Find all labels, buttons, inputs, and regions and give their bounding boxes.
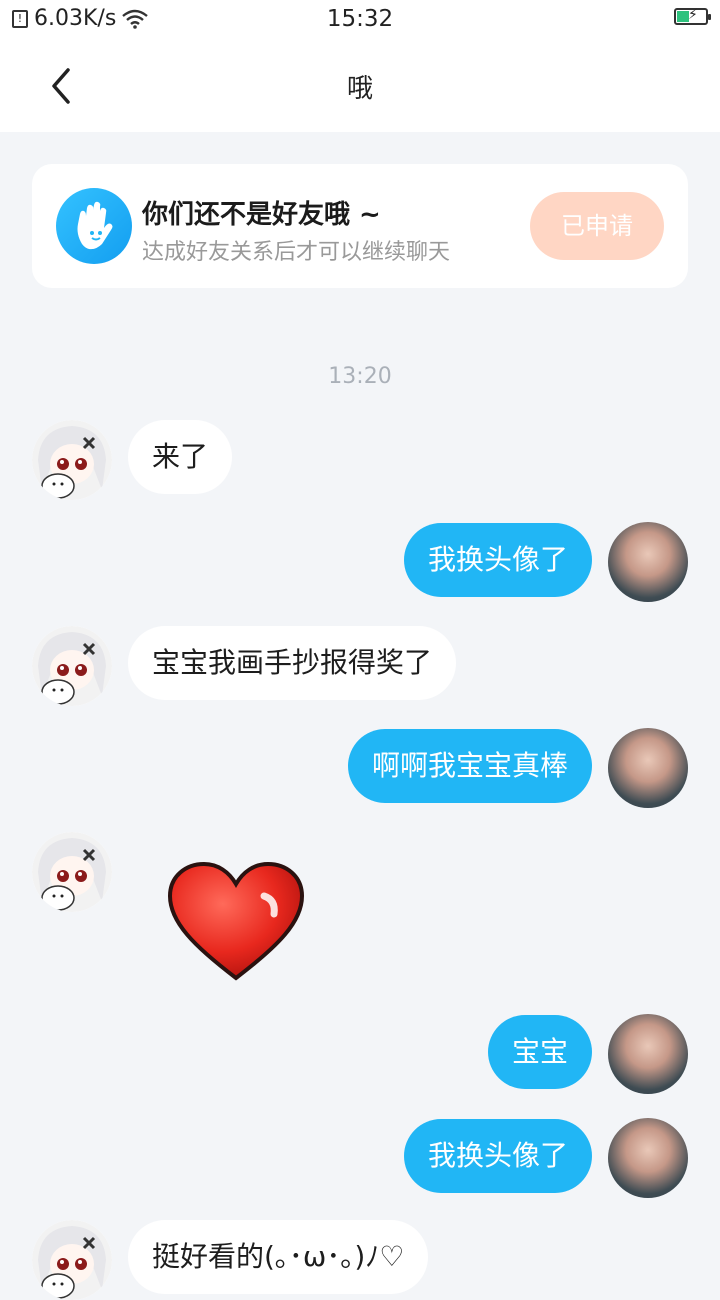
incoming-message[interactable]: 挺好看的(｡･ω･｡)ﾉ♡ xyxy=(128,1220,429,1294)
page-title: 哦 xyxy=(346,74,373,104)
contact-avatar[interactable] xyxy=(32,626,112,706)
status-time: 15:32 xyxy=(326,6,394,32)
contact-avatar[interactable] xyxy=(32,1220,112,1300)
contact-avatar[interactable] xyxy=(32,832,112,912)
incoming-message[interactable]: 来了 xyxy=(128,420,233,494)
outgoing-message[interactable]: 我换头像了 xyxy=(403,1119,592,1193)
friend-notice-card: 你们还不是好友哦 ~ 达成好友关系后才可以继续聊天 已申请 xyxy=(32,164,688,288)
nav-bar: 哦 xyxy=(0,40,720,132)
friend-notice-title: 你们还不是好友哦 ~ xyxy=(142,200,381,230)
friend-notice-subtitle: 达成好友关系后才可以继续聊天 xyxy=(142,240,451,265)
status-right: ⚡ xyxy=(674,7,711,25)
my-avatar[interactable] xyxy=(608,1118,688,1198)
applied-button[interactable]: 已申请 xyxy=(530,192,664,260)
hand-icon xyxy=(56,188,132,264)
my-avatar[interactable] xyxy=(608,728,688,808)
contact-avatar[interactable] xyxy=(32,420,112,500)
battery-icon: ⚡ xyxy=(674,7,711,25)
heart-sticker[interactable] xyxy=(166,860,306,984)
outgoing-message[interactable]: 我换头像了 xyxy=(403,523,592,597)
status-bar: ! 6.03K/s 15:32 ⚡ xyxy=(0,0,720,40)
charging-icon: ⚡ xyxy=(688,7,698,23)
outgoing-message[interactable]: 啊啊我宝宝真棒 xyxy=(347,729,592,803)
my-avatar[interactable] xyxy=(608,1014,688,1094)
outgoing-message[interactable]: 宝宝 xyxy=(487,1015,592,1089)
incoming-message[interactable]: 宝宝我画手抄报得奖了 xyxy=(128,626,457,700)
chat-timestamp: 13:20 xyxy=(328,364,392,389)
my-avatar[interactable] xyxy=(608,522,688,602)
